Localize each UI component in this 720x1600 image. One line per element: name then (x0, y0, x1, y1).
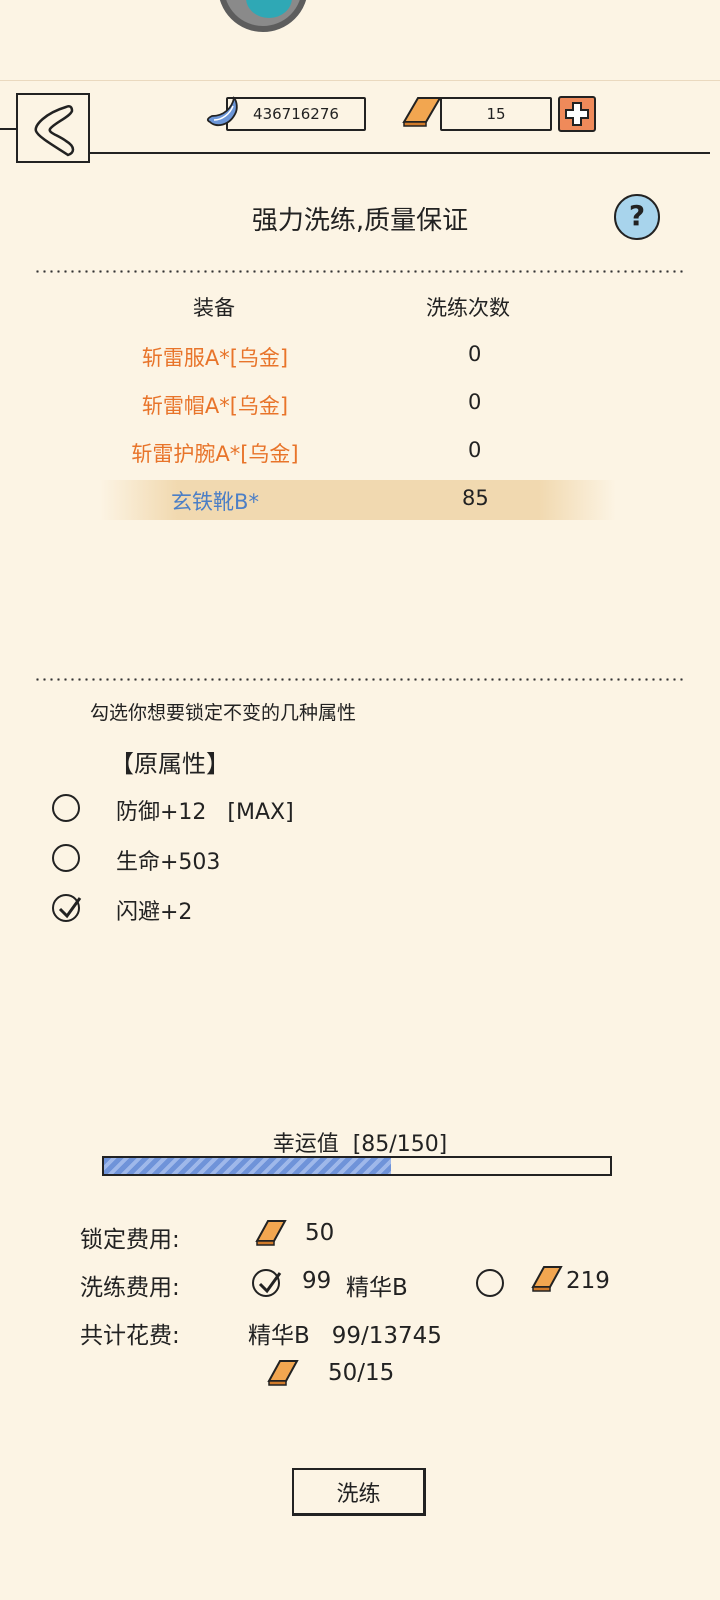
attribute-lock-checkbox[interactable] (52, 894, 82, 922)
plus-icon (565, 102, 589, 126)
back-arrow-icon (34, 104, 75, 157)
luck-progress-bar (102, 1156, 612, 1176)
total-essence-cost: 精华B 99/13745 (248, 1323, 442, 1349)
page-title: 强力洗练,质量保证 (251, 206, 469, 236)
lock-instruction: 勾选你想要锁定不变的几种属性 (90, 702, 357, 724)
wash-gold-value: 219 (566, 1268, 610, 1294)
divider-top (34, 270, 684, 273)
pay-gold-radio[interactable] (476, 1269, 504, 1297)
player-avatar[interactable] (218, 0, 308, 32)
gold-bar-icon (402, 97, 442, 127)
pay-essence-radio[interactable] (252, 1269, 282, 1297)
wash-cost-label: 洗练费用: (80, 1275, 180, 1301)
divider-middle (34, 678, 684, 681)
attribute-label: 生命+503 (116, 850, 221, 875)
attribute-label: 防御+12 [MAX] (116, 800, 294, 825)
moon-currency-value: 436716276 (253, 105, 339, 123)
wash-count: 85 (462, 486, 489, 510)
lock-cost-label: 锁定费用: (80, 1227, 180, 1253)
wash-count: 0 (468, 390, 482, 414)
header-line-right (90, 152, 710, 154)
back-button[interactable] (16, 93, 90, 163)
gold-bar-icon (531, 1266, 563, 1292)
total-gold-cost: 50/15 (328, 1360, 395, 1386)
wash-essence-value: 99 (302, 1268, 332, 1294)
gold-bar-icon (267, 1360, 299, 1386)
attribute-label: 闪避+2 (116, 900, 193, 925)
total-cost-label: 共计花费: (80, 1323, 180, 1349)
check-icon (258, 1272, 282, 1294)
gold-currency-value: 15 (486, 105, 506, 123)
equipment-name[interactable]: 斩雷帽A*[乌金] (90, 390, 340, 420)
check-icon (58, 897, 82, 919)
lock-cost-value: 50 (305, 1220, 335, 1246)
attribute-lock-checkbox[interactable] (52, 844, 80, 872)
wash-count: 0 (468, 342, 482, 366)
add-gold-button[interactable] (558, 96, 596, 132)
luck-label: 幸运值 [85/150] (272, 1132, 448, 1157)
equipment-name[interactable]: 斩雷服A*[乌金] (90, 342, 340, 372)
top-divider (0, 80, 720, 81)
col-header-count: 洗练次数 (426, 296, 510, 320)
gold-bar-icon (255, 1220, 287, 1246)
help-button[interactable]: ? (614, 194, 660, 240)
wash-count: 0 (468, 438, 482, 462)
wash-essence-name: 精华B (346, 1275, 408, 1301)
luck-progress-fill (104, 1158, 391, 1174)
attribute-lock-checkbox[interactable] (52, 794, 80, 822)
col-header-equipment: 装备 (193, 296, 235, 320)
equipment-name[interactable]: 斩雷护腕A*[乌金] (90, 438, 340, 468)
moon-currency-box: 436716276 (226, 97, 366, 131)
moon-gem-icon (206, 96, 238, 127)
original-attributes-title: 【原属性】 (110, 750, 230, 778)
gold-currency-box: 15 (440, 97, 552, 131)
equipment-name[interactable]: 玄铁靴B* (90, 486, 340, 516)
wash-button[interactable]: 洗练 (292, 1468, 426, 1516)
